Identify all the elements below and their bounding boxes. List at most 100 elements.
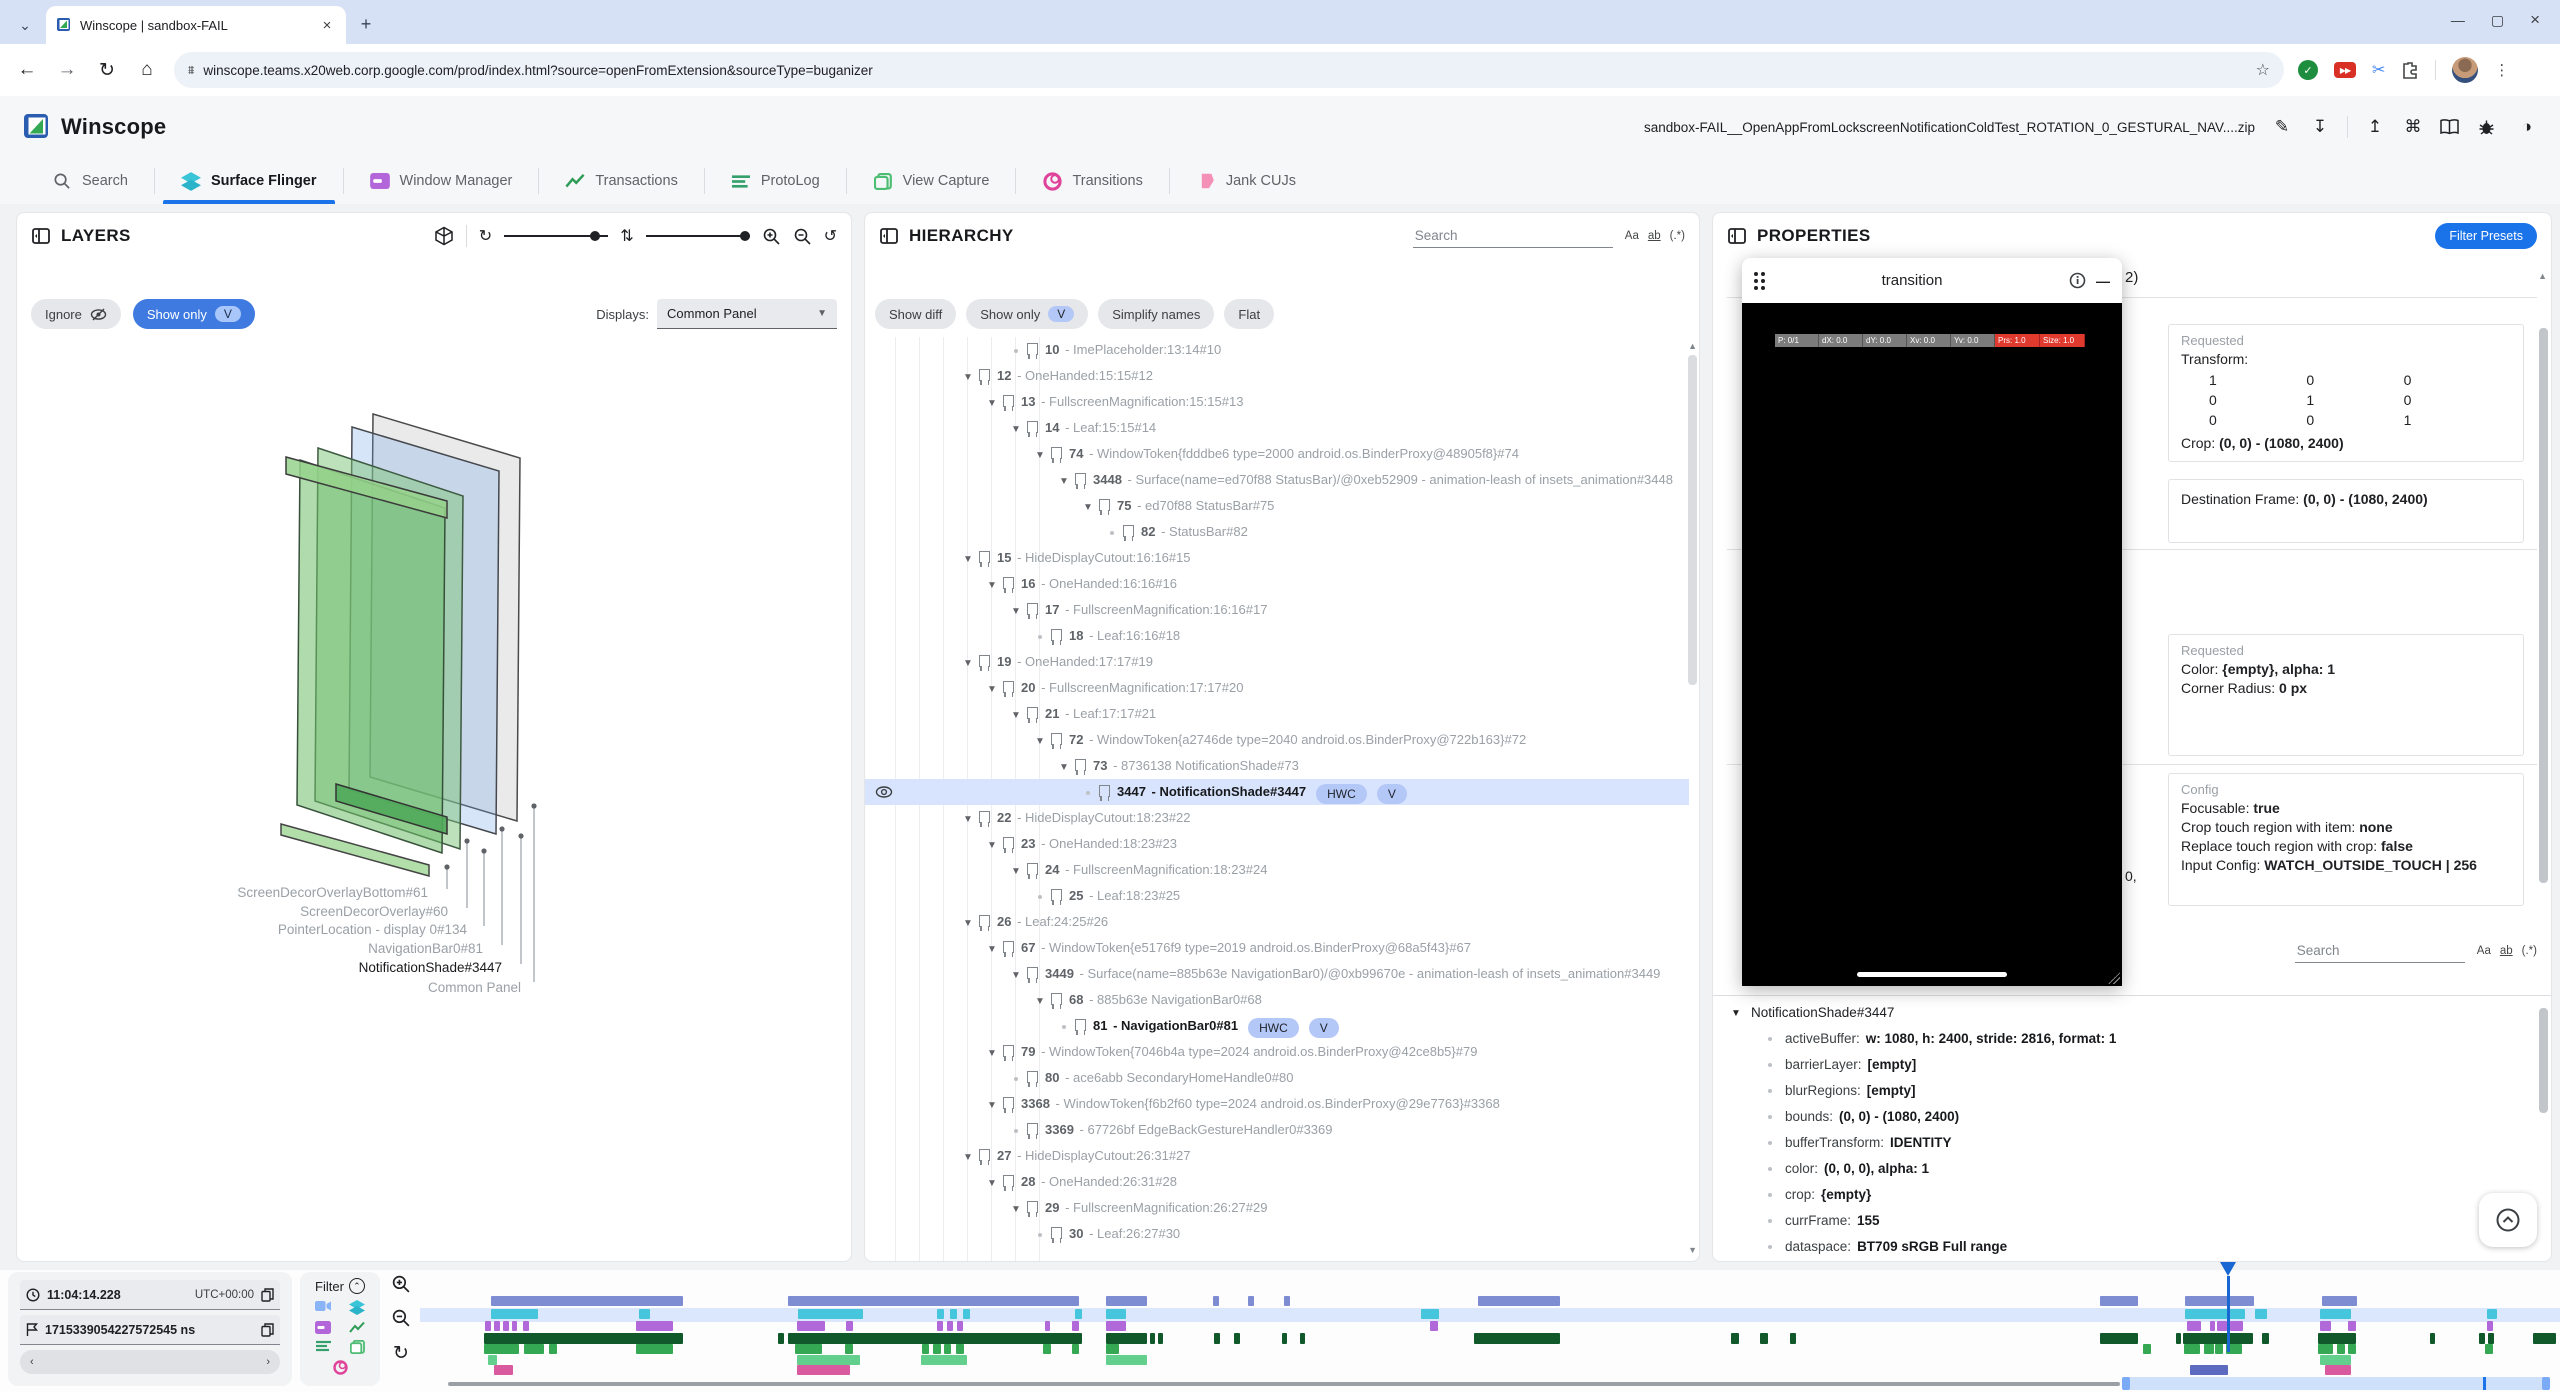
timeline-segment-transitions-pink[interactable] [797, 1365, 850, 1375]
edit-trace-icon[interactable]: ✎ [2271, 117, 2293, 137]
tree-row[interactable]: ▼14 - Leaf:15:15#14 [865, 415, 1689, 441]
properties-tree-item[interactable]: bounds:(0, 0) - (1080, 2400) [1727, 1103, 2537, 1129]
scroll-to-top-button[interactable] [2479, 1193, 2537, 1247]
tree-row[interactable]: ▼15 - HideDisplayCutout:16:16#15 [865, 545, 1689, 571]
timeline-segment-transactions[interactable] [1282, 1333, 1287, 1344]
tree-row[interactable]: ▼3368 - WindowToken{f6b2f60 type=2024 an… [865, 1091, 1689, 1117]
shortcuts-icon[interactable]: ⌘ [2402, 117, 2424, 137]
timeline-segment-protolog[interactable] [484, 1344, 519, 1354]
tree-row[interactable]: ▼28 - OneHanded:26:31#28 [865, 1169, 1689, 1195]
window-minimize-icon[interactable]: — [2451, 12, 2465, 28]
timeline-segment-window-manager[interactable] [636, 1321, 673, 1331]
properties-scrollbar[interactable] [2539, 328, 2548, 883]
scroll-down-icon[interactable]: ▼ [1688, 1245, 1697, 1255]
timeline-segment-window-manager[interactable] [2230, 1321, 2243, 1331]
timeline-segment-protolog[interactable] [795, 1344, 822, 1354]
timeline-segment-screen-recording[interactable] [491, 1296, 683, 1306]
step-forward-icon[interactable]: › [266, 1356, 270, 1368]
timeline-segment-view-capture[interactable] [1106, 1355, 1147, 1365]
expand-arrow-icon[interactable]: ▼ [959, 1148, 977, 1166]
timeline-segment-protolog[interactable] [636, 1344, 673, 1354]
window-manager-icon[interactable] [315, 1321, 331, 1334]
timeline-segment-window-manager[interactable] [512, 1321, 517, 1331]
timeline-segment-transactions[interactable] [1234, 1333, 1240, 1344]
timeline-segment-screen-recording[interactable] [2185, 1296, 2254, 1306]
timeline-segment-window-manager[interactable] [797, 1321, 825, 1331]
timeline-segment-protolog[interactable] [549, 1344, 557, 1354]
tree-row[interactable]: ▼26 - Leaf:24:25#26 [865, 909, 1689, 935]
timeline-segment-protolog[interactable] [2143, 1344, 2151, 1354]
expand-arrow-icon[interactable]: ▼ [983, 1044, 1001, 1062]
properties-tree-item[interactable]: currFrame:155 [1727, 1207, 2537, 1233]
transition-overlay-window[interactable]: transition — P: 0/1dX: 0.0dY: 0.0Xv: 0.0… [1742, 258, 2122, 986]
properties-tree-item[interactable]: dataspace:BT709 sRGB Full range [1727, 1233, 2537, 1259]
timeline-segment-transactions[interactable] [1790, 1333, 1796, 1344]
scissors-extension-icon[interactable]: ✂ [2372, 60, 2385, 80]
timeline-segment-surface-flinger[interactable] [2255, 1309, 2267, 1319]
timeline-segment-protolog[interactable] [956, 1344, 964, 1354]
timeline-segment-surface-flinger[interactable] [491, 1309, 538, 1319]
video-extension-icon[interactable]: ▶▶ [2334, 62, 2356, 78]
minimize-overlay-icon[interactable]: — [2096, 273, 2110, 289]
timeline-segment-screen-recording[interactable] [1478, 1296, 1560, 1306]
expand-arrow-icon[interactable]: ▼ [1031, 732, 1049, 750]
overlay-titlebar[interactable]: transition — [1742, 258, 2122, 303]
timeline-segment-view-capture[interactable] [2320, 1355, 2351, 1365]
timeline-segment-view-capture[interactable] [797, 1355, 860, 1365]
ns-time-input[interactable]: 1715339054227572545 ns [20, 1315, 280, 1345]
timeline-segment-window-manager[interactable] [846, 1321, 853, 1331]
tree-row[interactable]: ▼3449 - Surface(name=885b63e NavigationB… [865, 961, 1689, 987]
window-close-icon[interactable]: × [2530, 10, 2540, 30]
expand-arrow-icon[interactable]: ▼ [1079, 498, 1097, 516]
timeline-segment-transactions[interactable] [1474, 1333, 1560, 1344]
reload-icon[interactable]: ↻ [94, 59, 120, 82]
surface-flinger-icon[interactable] [349, 1300, 365, 1315]
screen-recording-icon[interactable] [315, 1300, 331, 1315]
timeline-segment-surface-flinger[interactable] [937, 1309, 944, 1319]
tree-row[interactable]: ▼19 - OneHanded:17:17#19 [865, 649, 1689, 675]
step-back-icon[interactable]: ‹ [30, 1356, 34, 1368]
copy-icon[interactable] [261, 1323, 274, 1337]
layers-3d-canvas[interactable]: ScreenDecorOverlayBottom#61ScreenDecorOv… [17, 213, 851, 1261]
tree-row[interactable]: ▼68 - 885b63e NavigationBar0#68 [865, 987, 1689, 1013]
timeline-segment-transactions[interactable] [1760, 1333, 1768, 1344]
hierarchy-search-input[interactable]: Search [1413, 224, 1613, 248]
properties-tree-root[interactable]: ▼NotificationShade#3447 [1727, 999, 2537, 1025]
timeline-cursor-head[interactable] [2220, 1262, 2236, 1276]
expand-arrow-icon[interactable]: ▼ [1007, 862, 1025, 880]
chip-flat[interactable]: Flat [1224, 299, 1274, 329]
tree-row[interactable]: 3447 - NotificationShade#3447HWCV [865, 779, 1689, 805]
layer-label[interactable]: Common Panel [428, 980, 521, 995]
timeline-segment-screen-recording[interactable] [2322, 1296, 2357, 1306]
tree-row[interactable]: ▼21 - Leaf:17:17#21 [865, 701, 1689, 727]
timeline-segment-protolog[interactable] [845, 1344, 853, 1354]
expand-arrow-icon[interactable]: ▼ [959, 914, 977, 932]
timeline-segment-transactions[interactable] [1214, 1333, 1220, 1344]
tab-protolog[interactable]: ProtoLog [705, 158, 846, 204]
tree-row[interactable]: ▼23 - OneHanded:18:23#23 [865, 831, 1689, 857]
chip-simplify-names[interactable]: Simplify names [1098, 299, 1214, 329]
timeline-scroll-line[interactable] [448, 1382, 2120, 1386]
timeline-segment-transactions[interactable] [788, 1333, 1082, 1344]
timeline-segment-transitions-pink[interactable] [494, 1365, 513, 1375]
resize-handle[interactable] [2108, 972, 2120, 984]
timeline-segment-protolog[interactable] [2204, 1344, 2214, 1354]
tree-row[interactable]: 10 - ImePlaceholder:13:14#10 [865, 337, 1689, 363]
timeline-segment-window-manager[interactable] [957, 1321, 963, 1331]
bookmark-star-icon[interactable]: ☆ [2256, 60, 2270, 80]
expand-arrow-icon[interactable]: ▼ [959, 654, 977, 672]
timeline-segment-window-manager[interactable] [2217, 1321, 2227, 1331]
timeline-segment-transactions[interactable] [2262, 1333, 2269, 1344]
timeline-segment-transactions[interactable] [2488, 1333, 2494, 1344]
profile-avatar[interactable] [2452, 57, 2478, 83]
expand-arrow-icon[interactable]: ▼ [1007, 420, 1025, 438]
timeline-segment-surface-flinger[interactable] [2185, 1309, 2245, 1319]
properties-tree-item[interactable]: activeBuffer:w: 1080, h: 2400, stride: 2… [1727, 1025, 2537, 1051]
url-text[interactable]: winscope.teams.x20web.corp.google.com/pr… [203, 63, 2245, 78]
timeline-segment-protolog[interactable] [2184, 1344, 2200, 1354]
timeline-segment-protolog[interactable] [1043, 1344, 1051, 1354]
timeline-segment-screen-recording[interactable] [1284, 1296, 1290, 1306]
match-case-option[interactable]: Aa [1625, 230, 1639, 242]
timeline-segment-surface-flinger[interactable] [963, 1309, 970, 1319]
timeline-segment-protolog[interactable] [2318, 1344, 2333, 1354]
